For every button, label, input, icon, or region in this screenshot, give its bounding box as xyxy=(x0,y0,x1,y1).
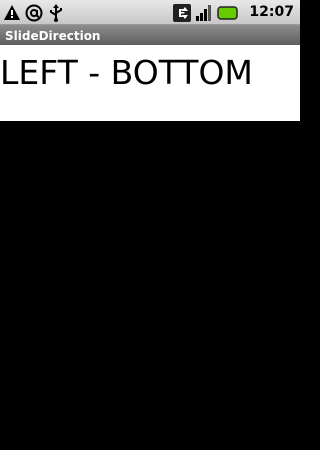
system-icons: E 12:07 xyxy=(173,3,294,22)
data-network-icon: E xyxy=(173,3,192,22)
phone-screen: E 12:07 SlideDirection LEFT - BOTTOM xyxy=(0,0,300,450)
status-clock: 12:07 xyxy=(249,4,294,20)
empty-content-area xyxy=(0,121,300,450)
status-bar: E 12:07 xyxy=(0,0,300,25)
slide-direction-label: LEFT - BOTTOM xyxy=(0,53,253,92)
at-sign-icon xyxy=(25,4,43,22)
app-title: SlideDirection xyxy=(5,29,101,43)
battery-icon xyxy=(217,4,239,22)
direction-panel[interactable]: LEFT - BOTTOM xyxy=(0,45,300,121)
usb-icon xyxy=(47,3,65,22)
warning-icon xyxy=(3,4,21,22)
app-title-bar: SlideDirection xyxy=(0,25,300,45)
signal-strength-icon xyxy=(195,4,213,22)
notification-icons xyxy=(3,3,65,22)
